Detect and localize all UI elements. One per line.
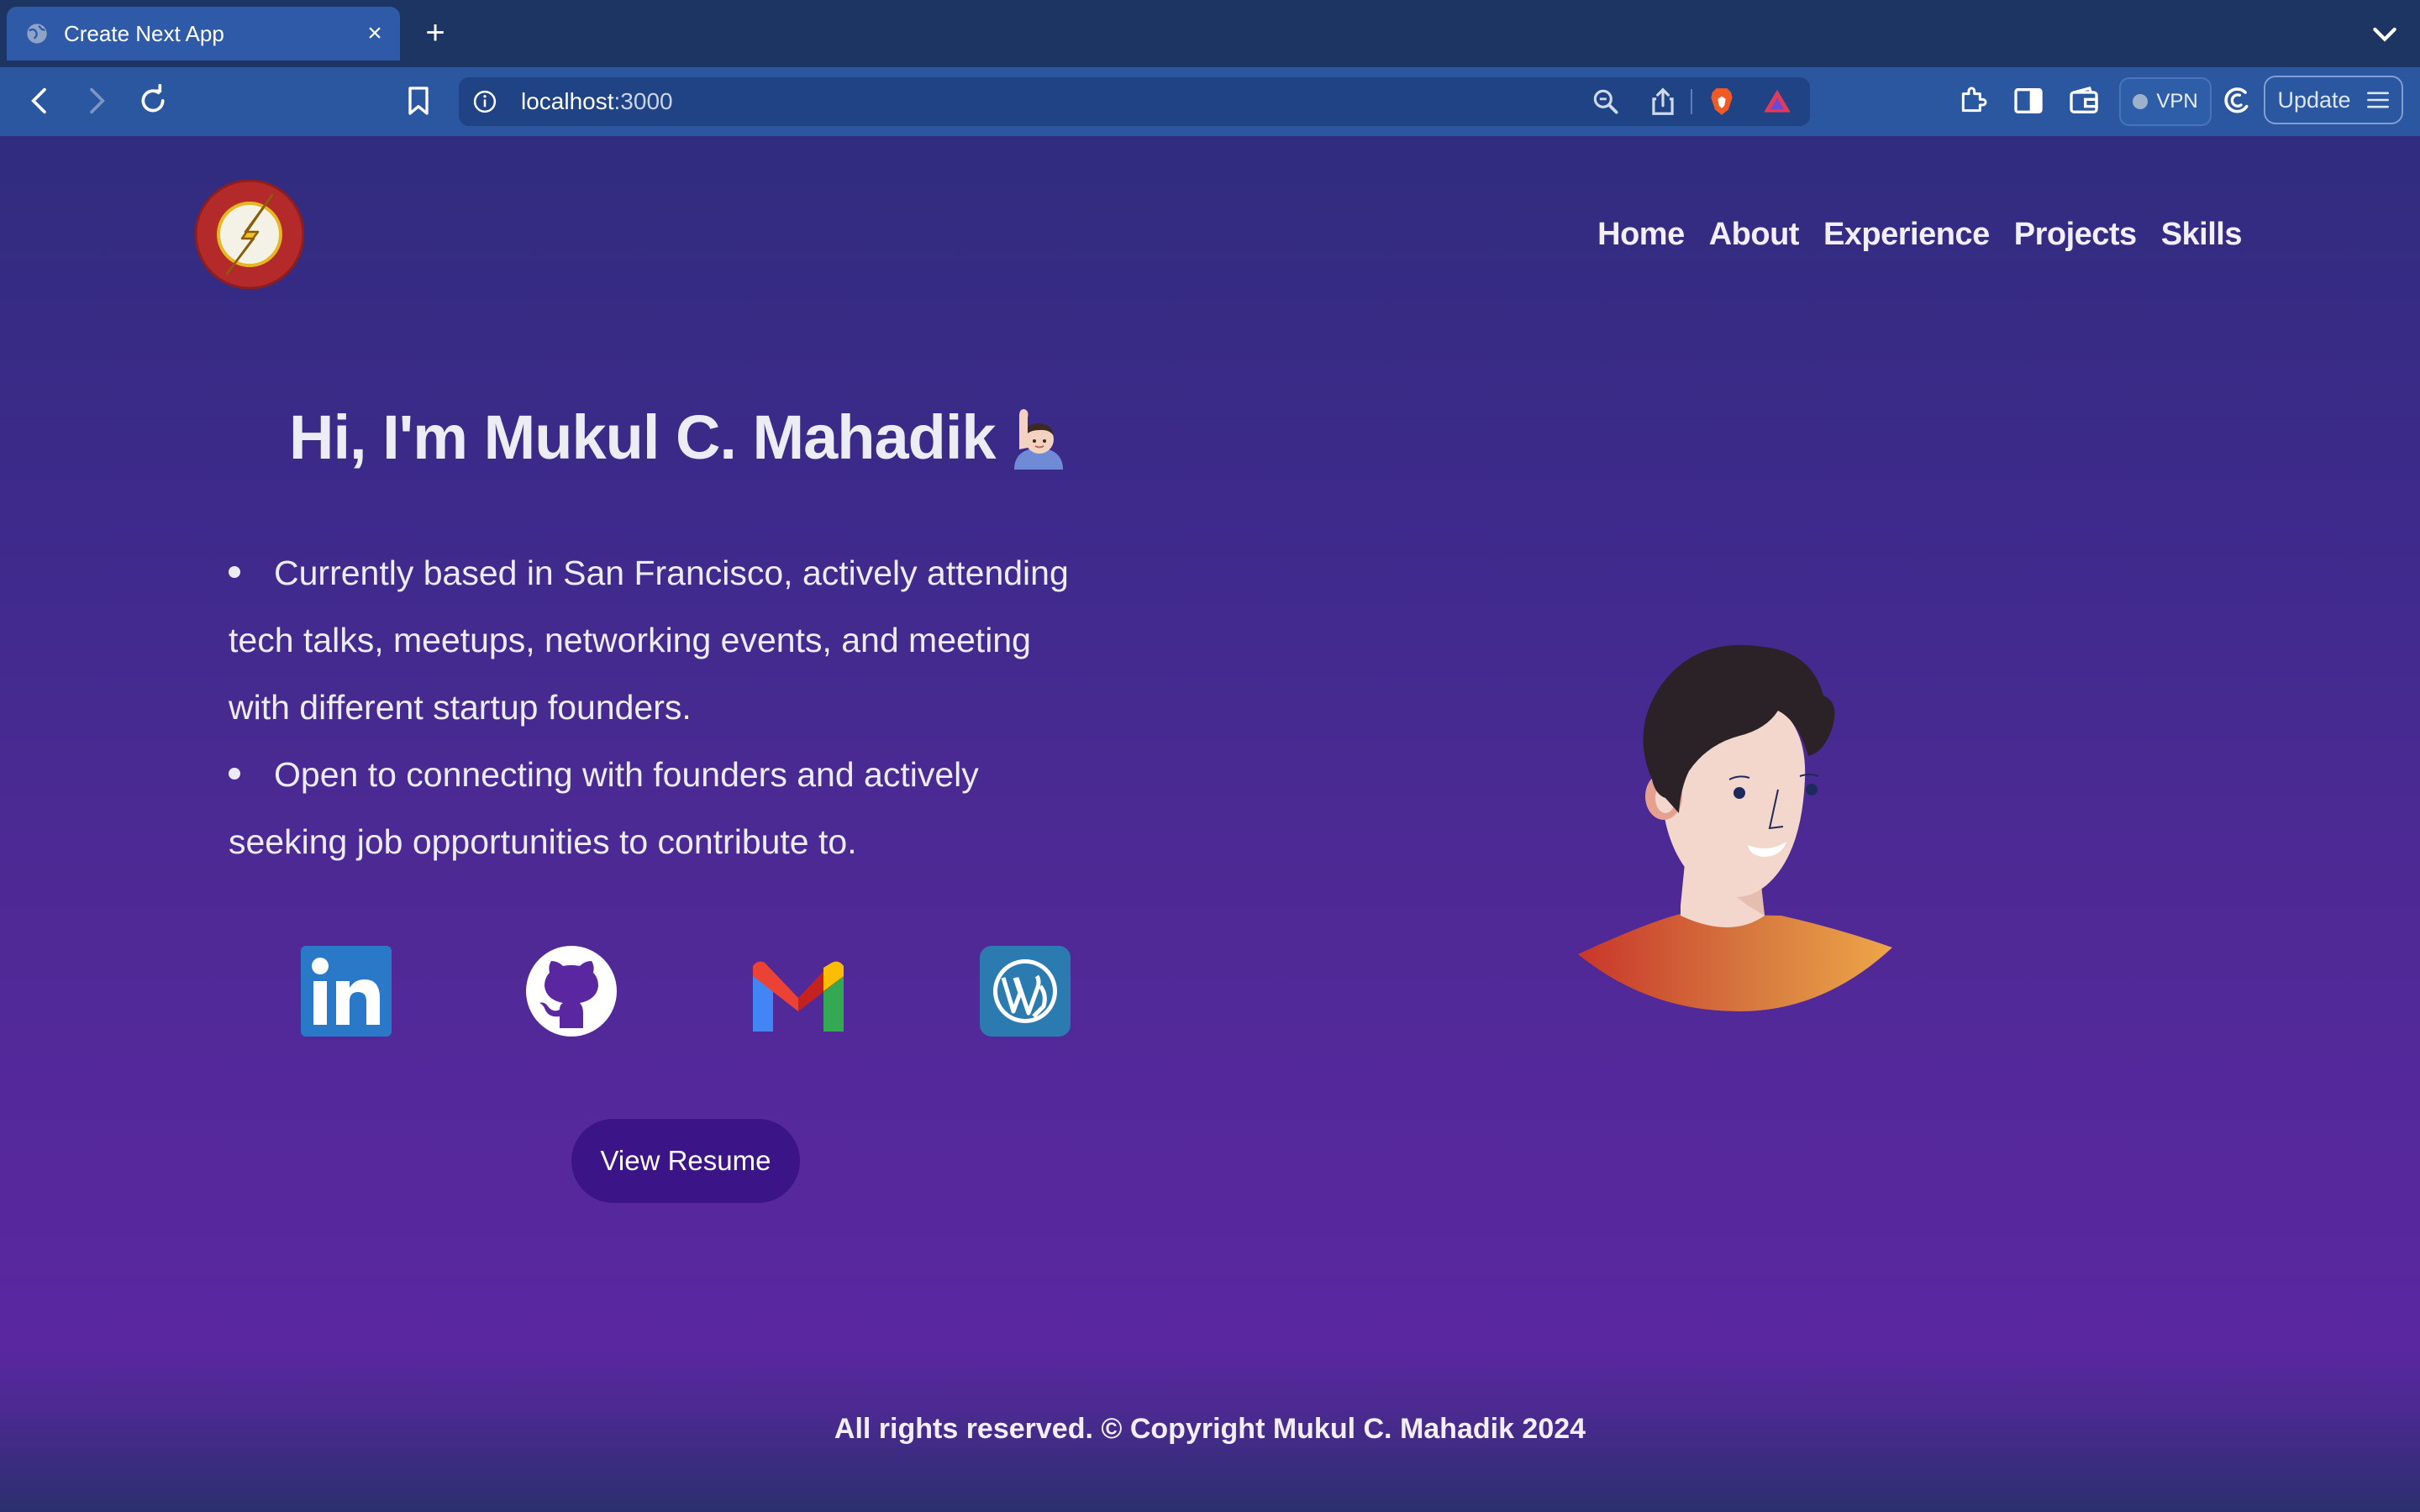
wallet-icon[interactable] xyxy=(2067,84,2101,118)
share-icon[interactable] xyxy=(1647,86,1679,118)
github-icon[interactable] xyxy=(526,946,617,1037)
bullet-continuation: seeking job opportunities to contribute … xyxy=(229,822,857,861)
bookmark-icon[interactable] xyxy=(402,84,435,118)
bullet-dot xyxy=(229,566,240,579)
wordpress-icon[interactable] xyxy=(980,946,1071,1037)
sidebar-toggle-icon[interactable] xyxy=(2012,84,2045,118)
browser-tab-active[interactable]: Create Next App × xyxy=(7,7,400,60)
flash-logo-icon[interactable] xyxy=(195,180,304,289)
hero-heading: Hi, I'm Mukul C. Mahadik xyxy=(289,402,1066,473)
bullet-text: Currently based in San Francisco, active… xyxy=(274,554,1069,592)
url-port: :3000 xyxy=(613,88,673,114)
url-host: localhost xyxy=(521,88,614,114)
zoom-icon[interactable] xyxy=(1590,86,1622,118)
view-resume-button[interactable]: View Resume xyxy=(571,1119,800,1203)
bullet-continuation: with different startup founders. xyxy=(229,688,692,727)
hero-bullet-list: Currently based in San Francisco, active… xyxy=(229,539,1136,875)
nav-link-experience[interactable]: Experience xyxy=(1823,217,1990,253)
browser-toolbar: localhost:3000 VPN Update xyxy=(0,67,2420,138)
vpn-button[interactable]: VPN xyxy=(2119,77,2212,126)
update-menu-button[interactable]: Update xyxy=(2264,76,2403,124)
vpn-status-icon xyxy=(2133,94,2149,109)
brave-shield-icon[interactable] xyxy=(1706,86,1738,118)
reload-icon[interactable] xyxy=(136,84,170,118)
nav-link-skills[interactable]: Skills xyxy=(2161,217,2243,253)
brave-rewards-icon[interactable] xyxy=(1761,86,1793,118)
site-info-icon[interactable] xyxy=(472,89,497,114)
back-arrow-icon[interactable] xyxy=(24,84,57,118)
linkedin-icon[interactable] xyxy=(301,946,392,1037)
update-label: Update xyxy=(2277,87,2351,113)
nav-link-projects[interactable]: Projects xyxy=(2014,217,2137,253)
url-divider xyxy=(1691,89,1692,114)
person-raising-hand-emoji-icon xyxy=(1013,408,1063,470)
chevron-down-icon[interactable] xyxy=(2368,17,2402,50)
new-tab-button[interactable]: + xyxy=(418,12,452,54)
portfolio-page: Home About Experience Projects Skills Hi… xyxy=(0,136,2420,1512)
leo-ai-icon[interactable] xyxy=(2220,84,2254,118)
browser-tab-strip: Create Next App × + xyxy=(0,0,2420,67)
address-bar[interactable]: localhost:3000 xyxy=(459,77,1810,126)
main-nav: Home About Experience Projects Skills xyxy=(1597,217,2242,253)
bullet-text: Open to connecting with founders and act… xyxy=(274,755,979,794)
footer-copyright: All rights reserved. © Copyright Mukul C… xyxy=(834,1413,1586,1445)
hero-greeting: Hi, I'm Mukul C. Mahadik xyxy=(289,402,997,472)
list-item: Currently based in San Francisco, active… xyxy=(229,539,1136,606)
forward-arrow-icon[interactable] xyxy=(79,84,113,118)
avatar-illustration xyxy=(1578,644,1892,1011)
close-tab-icon[interactable]: × xyxy=(358,19,392,48)
tab-title: Create Next App xyxy=(64,20,224,46)
extensions-icon[interactable] xyxy=(1956,84,1990,118)
hamburger-menu-icon xyxy=(2366,92,2389,108)
nav-link-about[interactable]: About xyxy=(1709,217,1800,253)
gmail-icon[interactable] xyxy=(753,946,844,1037)
list-item: Open to connecting with founders and act… xyxy=(229,741,1136,808)
vpn-label: VPN xyxy=(2156,90,2198,113)
bullet-continuation: tech talks, meetups, networking events, … xyxy=(229,621,1031,659)
bullet-dot xyxy=(229,768,240,780)
globe-icon xyxy=(27,24,47,44)
nav-link-home[interactable]: Home xyxy=(1597,217,1685,253)
